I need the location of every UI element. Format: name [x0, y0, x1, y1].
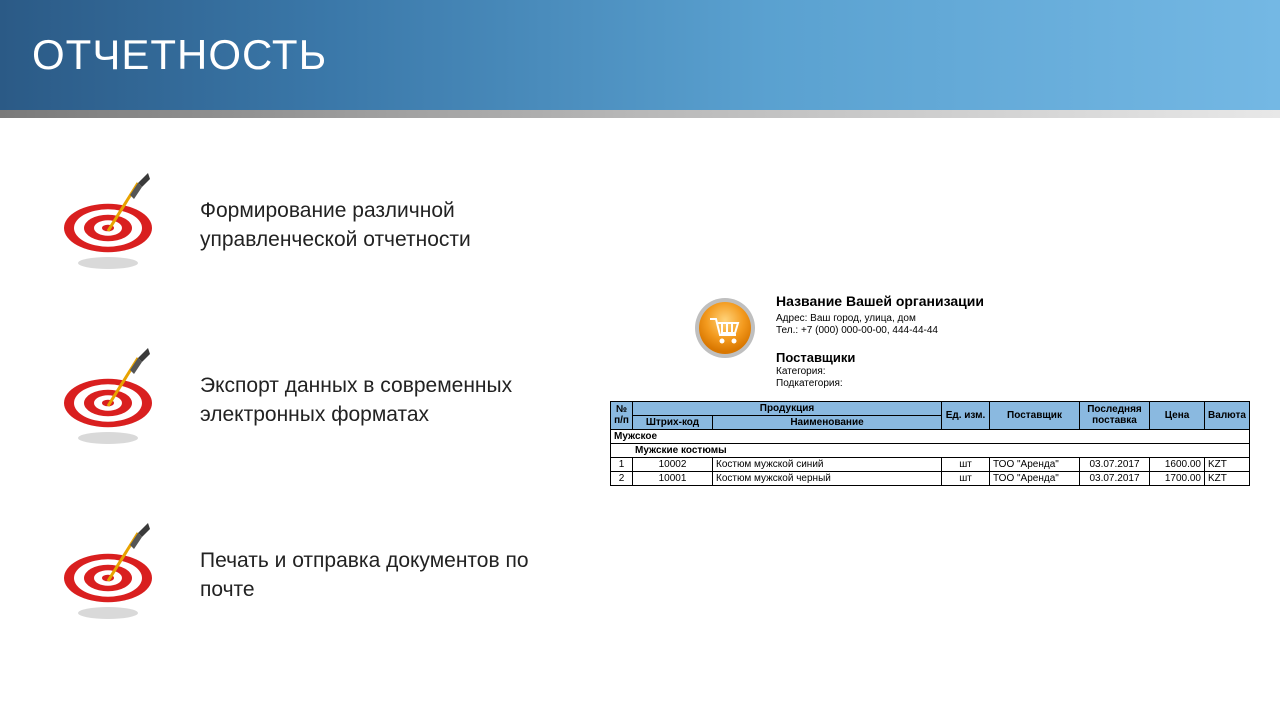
col-barcode: Штрих-код — [633, 415, 713, 429]
col-product: Продукция — [633, 401, 942, 415]
bullet-text: Экспорт данных в современных электронных… — [200, 372, 540, 429]
bullet-list: Формирование различной управленческой от… — [60, 173, 540, 698]
content-area: Формирование различной управленческой от… — [0, 118, 1280, 720]
cell-supplier: ТОО "Аренда" — [990, 457, 1080, 471]
target-icon — [60, 523, 160, 628]
cell-name: Костюм мужской черный — [713, 471, 942, 485]
cell-num: 2 — [611, 471, 633, 485]
cell-name: Костюм мужской синий — [713, 457, 942, 471]
cell-price: 1600.00 — [1150, 457, 1205, 471]
org-name: Название Вашей организации — [776, 293, 984, 311]
cell-unit: шт — [942, 457, 990, 471]
header-band: ОТЧЕТНОСТЬ — [0, 0, 1280, 110]
bullet-item: Экспорт данных в современных электронных… — [60, 348, 540, 453]
col-name: Наименование — [713, 415, 942, 429]
col-last-delivery: Последняя поставка — [1080, 401, 1150, 429]
col-supplier: Поставщик — [990, 401, 1080, 429]
bullet-text: Формирование различной управленческой от… — [200, 197, 540, 254]
cell-barcode: 10002 — [633, 457, 713, 471]
report-section-title: Поставщики — [776, 350, 984, 366]
subgroup-label: Мужские костюмы — [611, 443, 1250, 457]
target-icon — [60, 173, 160, 278]
col-currency: Валюта — [1205, 401, 1250, 429]
cell-date: 03.07.2017 — [1080, 457, 1150, 471]
col-price: Цена — [1150, 401, 1205, 429]
page-title: ОТЧЕТНОСТЬ — [32, 31, 327, 79]
report-preview: Название Вашей организации Адрес: Ваш го… — [610, 293, 1250, 486]
cart-icon — [690, 293, 760, 366]
report-header: Название Вашей организации Адрес: Ваш го… — [610, 293, 1250, 391]
cell-supplier: ТОО "Аренда" — [990, 471, 1080, 485]
org-info: Название Вашей организации Адрес: Ваш го… — [776, 293, 984, 391]
table-row: 2 10001 Костюм мужской черный шт ТОО "Ар… — [611, 471, 1250, 485]
cell-date: 03.07.2017 — [1080, 471, 1150, 485]
bullet-text: Печать и отправка документов по почте — [200, 547, 540, 604]
group-row: Мужское — [611, 429, 1250, 443]
cell-unit: шт — [942, 471, 990, 485]
subcategory-label: Подкатегория: — [776, 378, 984, 391]
cell-currency: KZT — [1205, 457, 1250, 471]
table-row: 1 10002 Костюм мужской синий шт ТОО "Аре… — [611, 457, 1250, 471]
cell-currency: KZT — [1205, 471, 1250, 485]
cell-barcode: 10001 — [633, 471, 713, 485]
col-num: № п/п — [611, 401, 633, 429]
org-address: Адрес: Ваш город, улица, дом — [776, 313, 984, 326]
bullet-item: Формирование различной управленческой от… — [60, 173, 540, 278]
cell-num: 1 — [611, 457, 633, 471]
target-icon — [60, 348, 160, 453]
category-label: Категория: — [776, 366, 984, 379]
bullet-item: Печать и отправка документов по почте — [60, 523, 540, 628]
report-table: № п/п Продукция Ед. изм. Поставщик После… — [610, 401, 1250, 486]
col-unit: Ед. изм. — [942, 401, 990, 429]
cell-price: 1700.00 — [1150, 471, 1205, 485]
group-label: Мужское — [611, 429, 1250, 443]
header-divider — [0, 110, 1280, 118]
subgroup-row: Мужские костюмы — [611, 443, 1250, 457]
org-tel: Тел.: +7 (000) 000-00-00, 444-44-44 — [776, 325, 984, 338]
